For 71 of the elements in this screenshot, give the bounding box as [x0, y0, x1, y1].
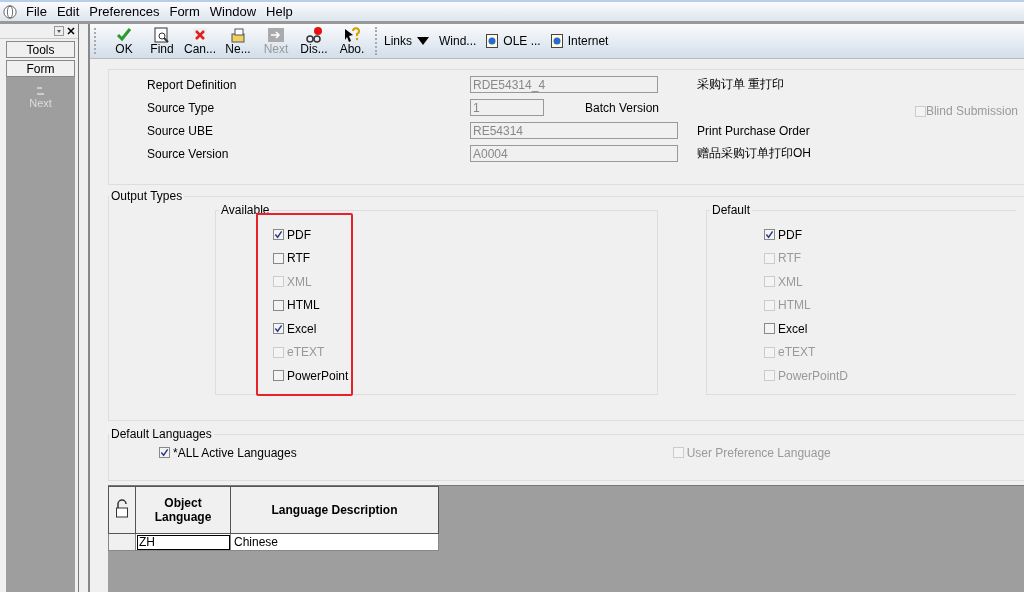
checkbox-label: XML [778, 274, 803, 289]
checkbox-label: PowerPoint [287, 368, 349, 383]
folder-icon [230, 26, 246, 43]
checkbox-label: Excel [287, 321, 317, 336]
field-label: Source Type [147, 100, 216, 115]
checkbox-label: PDF [287, 227, 311, 242]
arrow-icon [35, 87, 46, 95]
column-header[interactable]: Object Language [135, 486, 231, 534]
menu-item[interactable]: File [23, 4, 54, 19]
help-icon [344, 26, 360, 43]
globe-icon[interactable] [3, 4, 17, 19]
checkbox[interactable] [273, 299, 284, 311]
menu-item[interactable]: Edit [53, 4, 87, 19]
checkbox-label: *ALL Active Languages [173, 445, 297, 460]
menu-item[interactable]: Preferences [86, 4, 167, 19]
checkbox-label: User Preference Language [686, 445, 831, 460]
checkbox[interactable] [273, 229, 284, 241]
checkbox[interactable] [273, 252, 284, 264]
menu-item[interactable]: Window [206, 4, 264, 19]
toolbar-button[interactable]: OK [105, 26, 143, 56]
field-description: 采购订单 重打印 [697, 76, 786, 93]
close-icon [192, 26, 208, 43]
checkbox[interactable] [273, 370, 284, 382]
toolbar-button[interactable]: Find [143, 26, 181, 56]
check-icon [116, 26, 132, 43]
toolbar-link[interactable]: OLE ... [484, 34, 549, 48]
document-globe-icon [486, 34, 499, 48]
links-dropdown[interactable]: Links [382, 34, 437, 48]
toolbar-button[interactable]: Ne... [219, 26, 257, 56]
menu-item[interactable]: Help [263, 4, 300, 19]
field-label: Report Definition [147, 77, 238, 92]
close-icon[interactable] [66, 26, 76, 36]
caret-icon [417, 37, 429, 45]
group-title: Default Languages [110, 427, 213, 441]
find-icon [154, 26, 170, 43]
group-title: Default [711, 203, 752, 217]
checkbox-label: XML [287, 274, 312, 289]
menu-item[interactable]: Form [166, 4, 207, 19]
toolbar-button[interactable]: Dis... [295, 26, 333, 56]
checkbox-label: RTF [778, 251, 802, 266]
dropdown-icon[interactable] [54, 26, 64, 36]
field-description: 赠品采购订单打印OH [697, 145, 812, 162]
checkbox[interactable] [764, 323, 775, 335]
checkbox-label: HTML [287, 298, 320, 313]
field-label: Source UBE [147, 123, 215, 138]
toolbar-link[interactable]: Wind... [437, 34, 485, 48]
checkbox-label: RTF [287, 251, 311, 266]
checkbox-label: Blind Submission [925, 104, 1018, 118]
checkbox[interactable] [764, 229, 775, 241]
toolbar-link[interactable]: Internet [548, 34, 617, 48]
checkbox-label: Excel [778, 321, 808, 336]
checkbox-label: PowerPointD [778, 368, 849, 383]
checkbox[interactable] [159, 447, 170, 459]
column-header[interactable]: Language Description [230, 486, 439, 534]
field-label: Batch Version [585, 100, 660, 115]
toolbar-button[interactable]: Can... [181, 26, 219, 56]
field-description: Print Purchase Order [697, 123, 811, 138]
document-globe-icon [550, 34, 563, 48]
lock-icon[interactable] [115, 498, 129, 519]
checkbox-label: eTEXT [287, 345, 325, 360]
sidebar-tab[interactable]: Form [6, 60, 75, 77]
toolbar-button[interactable]: Abo. [333, 26, 371, 56]
group-title: Output Types [110, 189, 184, 203]
checkbox-label: PDF [778, 227, 802, 242]
group-title: Available [220, 203, 271, 217]
checkbox[interactable] [273, 323, 284, 335]
glasses-icon [306, 26, 322, 43]
field-label: Source Version [147, 146, 230, 161]
checkbox-label: HTML [778, 298, 811, 313]
checkbox-label: eTEXT [778, 345, 816, 360]
sidebar-tab[interactable]: Tools [6, 41, 75, 58]
